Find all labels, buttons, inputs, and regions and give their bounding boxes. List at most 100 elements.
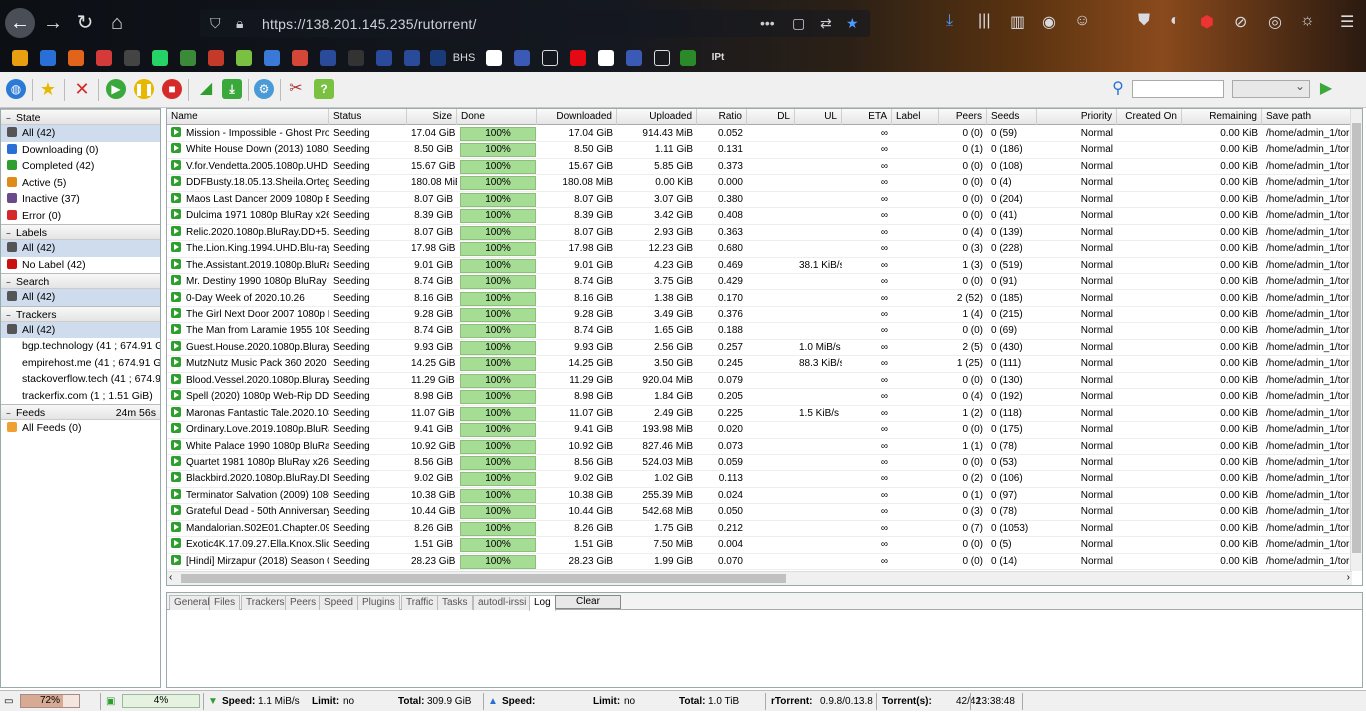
- feeds-header[interactable]: − Feeds 24m 56s: [1, 404, 160, 420]
- globe-icon[interactable]: [654, 50, 670, 66]
- scrollbar-thumb[interactable]: [181, 574, 786, 583]
- column-header-downloaded[interactable]: Downloaded: [537, 109, 617, 125]
- table-row[interactable]: Blood.Vessel.2020.1080p.Bluray.DTS Seedin…: [167, 373, 1352, 390]
- tab-tasks[interactable]: Tasks: [437, 595, 473, 610]
- downloads-icon[interactable]: ⤓: [946, 12, 953, 30]
- download-limit-label[interactable]: Limit:: [312, 691, 339, 712]
- gmail-icon[interactable]: [292, 50, 308, 66]
- sidebar-item-error[interactable]: Error (0): [1, 208, 160, 225]
- extension-icon[interactable]: ☼: [1300, 12, 1315, 30]
- table-row[interactable]: MutzNutz Music Pack 360 2020 Seeding 14.25…: [167, 356, 1352, 373]
- column-header-dl[interactable]: DL: [747, 109, 795, 125]
- column-header-peers[interactable]: Peers: [939, 109, 987, 125]
- bookmark-icon[interactable]: [320, 50, 336, 66]
- bookmark-icon[interactable]: [626, 50, 642, 66]
- ublock-icon[interactable]: ⛊: [1138, 12, 1150, 30]
- rss-icon[interactable]: ◢: [196, 79, 216, 99]
- sidebar-item-stackoverflow-tech[interactable]: stackoverflow.tech (41 ; 674.91 GiB): [1, 371, 160, 388]
- lock-warning-icon[interactable]: 🔒︎: [236, 15, 243, 32]
- table-row[interactable]: Exotic4K.17.09.27.Ella.Knox.Slick.Cum See…: [167, 537, 1352, 554]
- tab-peers[interactable]: Peers: [285, 595, 322, 610]
- tools-icon[interactable]: ✂: [286, 79, 306, 99]
- tab-trackers[interactable]: Trackers: [241, 595, 290, 610]
- sidebar-item-all[interactable]: All (42): [1, 125, 160, 142]
- bookmark-bhs[interactable]: BHS: [452, 50, 476, 66]
- adblock-icon[interactable]: ⬢: [1200, 12, 1214, 32]
- bookmark-icon[interactable]: [486, 50, 502, 66]
- stop-icon[interactable]: ■: [162, 79, 182, 99]
- table-row[interactable]: White Palace 1990 1080p BluRay x264 Seedi…: [167, 439, 1352, 455]
- column-header-save-path[interactable]: Save path: [1262, 109, 1352, 125]
- upload-limit-label[interactable]: Limit:: [593, 691, 620, 712]
- add-url-star-icon[interactable]: ★: [38, 79, 58, 99]
- table-row[interactable]: The Man from Laramie 1955 1080p Seeding 8.…: [167, 323, 1352, 340]
- url-bar[interactable]: ⛉ 🔒︎ https://138.201.145.235/rutorrent/ …: [200, 10, 870, 37]
- bookmark-icon[interactable]: [514, 50, 530, 66]
- table-row[interactable]: The.Lion.King.1994.UHD.Blu-ray.2160p Seed…: [167, 241, 1352, 258]
- tab-log[interactable]: Log: [529, 595, 556, 611]
- column-header-priority[interactable]: Priority: [1037, 109, 1117, 125]
- table-row[interactable]: Terminator Salvation (2009) 1080p Seeding…: [167, 488, 1352, 505]
- table-row[interactable]: Spell (2020) 1080p Web-Rip DD 5.1 Seeding…: [167, 389, 1352, 406]
- scrollbar-thumb[interactable]: [1352, 123, 1361, 553]
- pause-icon[interactable]: ❚❚: [134, 79, 154, 99]
- column-header-created-on[interactable]: Created On: [1117, 109, 1182, 125]
- sidebar-icon[interactable]: ▥: [1010, 12, 1025, 32]
- table-row[interactable]: Mr. Destiny 1990 1080p BluRay x264 Seedin…: [167, 274, 1352, 291]
- sidebar-item-bgp-technology[interactable]: bgp.technology (41 ; 674.91 GiB): [1, 338, 160, 355]
- start-icon[interactable]: ▶: [106, 79, 126, 99]
- tab-general[interactable]: General: [169, 595, 215, 610]
- bookmark-icon[interactable]: [348, 50, 364, 66]
- column-header-remaining[interactable]: Remaining: [1182, 109, 1262, 125]
- back-button-icon[interactable]: ←: [5, 8, 35, 38]
- upload-limit-value[interactable]: no: [624, 691, 635, 712]
- column-header-done[interactable]: Done: [457, 109, 537, 125]
- bookmark-icon[interactable]: [96, 50, 112, 66]
- forward-button-icon[interactable]: →: [38, 8, 68, 38]
- search-go-icon[interactable]: ▶: [1316, 79, 1336, 99]
- table-row[interactable]: Grateful Dead - 50th Anniversary Mix Seed…: [167, 504, 1352, 521]
- extension-icon[interactable]: ◎: [1268, 12, 1282, 32]
- tab-files[interactable]: Files: [209, 595, 241, 610]
- sidebar-item-downloading[interactable]: Downloading (0): [1, 142, 160, 159]
- column-header-eta[interactable]: ETA: [842, 109, 892, 125]
- table-row[interactable]: Maronas Fantastic Tale.2020.1080p Seeding…: [167, 406, 1352, 423]
- table-row[interactable]: Guest.House.2020.1080p.Bluray.DTS Seeding…: [167, 340, 1352, 357]
- table-row[interactable]: Blackbird.2020.1080p.BluRay.DD+5.1 Seedin…: [167, 471, 1352, 488]
- translate-icon[interactable]: ⇄: [820, 15, 832, 32]
- table-row[interactable]: White House Down (2013) 1080p A Seeding 8.…: [167, 142, 1352, 159]
- reload-button-icon[interactable]: ↻: [70, 8, 100, 38]
- bookmark-icon[interactable]: [404, 50, 420, 66]
- column-header-status[interactable]: Status: [329, 109, 407, 125]
- globe-icon[interactable]: [542, 50, 558, 66]
- sidebar-item-all-feeds[interactable]: All Feeds (0): [1, 420, 160, 437]
- search-input[interactable]: [1132, 80, 1224, 98]
- sidebar-item-empirehost-me[interactable]: empirehost.me (41 ; 674.91 GiB): [1, 355, 160, 372]
- trackers-header[interactable]: − Trackers: [1, 305, 160, 322]
- column-header-ratio[interactable]: Ratio: [697, 109, 747, 125]
- scroll-right-icon[interactable]: ›: [1347, 572, 1350, 583]
- bookmark-icon[interactable]: [208, 50, 224, 66]
- block-icon[interactable]: ⊘: [1234, 12, 1247, 32]
- menu-icon[interactable]: ☰: [1340, 12, 1354, 32]
- bookmark-icon[interactable]: [264, 50, 280, 66]
- page-actions-icon[interactable]: •••: [760, 15, 775, 31]
- tab-autodl-irssi[interactable]: autodl-irssi: [473, 595, 532, 610]
- search-header[interactable]: − Search: [1, 273, 160, 289]
- bookmark-icon[interactable]: [680, 50, 696, 66]
- bookmark-icon[interactable]: [376, 50, 392, 66]
- account-icon[interactable]: ◉: [1042, 12, 1056, 32]
- vertical-scrollbar[interactable]: [1350, 109, 1362, 571]
- column-header-seeds[interactable]: Seeds: [987, 109, 1037, 125]
- remove-icon[interactable]: ✕: [72, 79, 92, 99]
- bookmark-icon[interactable]: [598, 50, 614, 66]
- bookmark-ipt[interactable]: IPt: [708, 50, 728, 66]
- state-header[interactable]: − State: [1, 109, 160, 125]
- table-row[interactable]: [Hindi] Mirzapur (2018) Season 01 1080p S…: [167, 554, 1352, 571]
- sidebar-item-active[interactable]: Active (5): [1, 175, 160, 192]
- table-row[interactable]: Maos Last Dancer 2009 1080p BluRay Seedin…: [167, 192, 1352, 209]
- bookmark-icon[interactable]: [40, 50, 56, 66]
- sidebar-item-all[interactable]: All (42): [1, 321, 160, 338]
- table-row[interactable]: V.for.Vendetta.2005.1080p.UHD.BluRay Seed…: [167, 159, 1352, 176]
- sidebar-item-completed[interactable]: Completed (42): [1, 158, 160, 175]
